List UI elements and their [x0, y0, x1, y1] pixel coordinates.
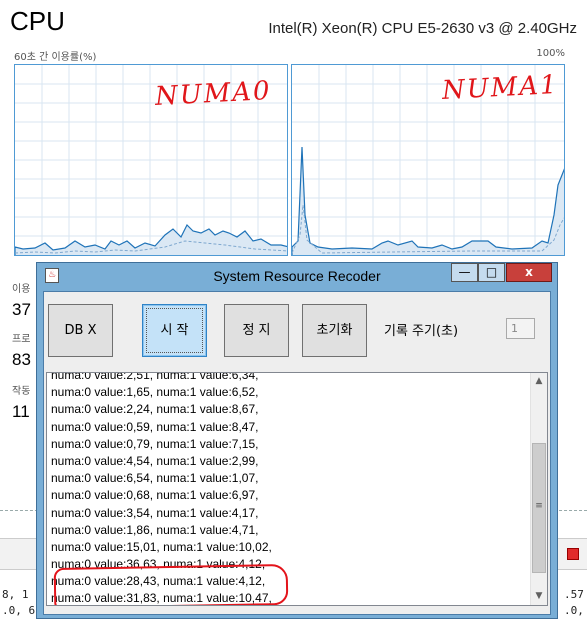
- log-line: numa:0 value:1,65, numa:1 value:6,52,: [51, 385, 259, 400]
- cpu-usage-area-numa0: [15, 223, 287, 255]
- numa0-annotation: NUMA0: [154, 75, 273, 113]
- stat-value-processes: 83: [12, 350, 31, 369]
- stat-value-uptime: 11: [12, 402, 30, 421]
- recorder-window: ♨ System Resource Recoder — □ x DB X 시 작…: [36, 262, 558, 619]
- log-line: numa:0 value:4,54, numa:1 value:2,99,: [51, 453, 259, 468]
- window-client-area: DB X 시 작 정 지 초기화 기록 주기(초) 1 numa:0 value…: [43, 291, 551, 615]
- utilization-label: 60초 간 이용률(%): [14, 52, 97, 63]
- log-line: numa:0 value:2,24, numa:1 value:8,67,: [51, 402, 259, 417]
- background-code-left-2: .0, 6: [2, 604, 36, 617]
- log-lines: numa:0 value:2,51, numa:1 value:6,34, num…: [51, 372, 533, 606]
- background-stop-icon[interactable]: [567, 548, 579, 560]
- log-line: numa:0 value:0,59, numa:1 value:8,47,: [51, 419, 259, 434]
- utilization-max: 100%: [536, 48, 565, 59]
- log-line: numa:0 value:0,68, numa:1 value:6,97,: [51, 488, 259, 503]
- log-line: numa:0 value:36,63, numa:1 value:4,12,: [51, 557, 266, 572]
- log-line: numa:0 value:1,86, numa:1 value:4,71,: [51, 522, 259, 537]
- focus-ring: [146, 308, 203, 353]
- log-line: numa:0 value:15,01, numa:1 value:10,02,: [51, 539, 272, 554]
- record-period-label: 기록 주기(초): [384, 324, 459, 339]
- scroll-down-icon[interactable]: ▼: [531, 588, 547, 605]
- stat-label-utilization: 이용: [12, 284, 31, 295]
- cpu-kernel-line-numa1: [292, 204, 564, 254]
- minimize-button[interactable]: —: [451, 263, 478, 282]
- record-period-input[interactable]: 1: [506, 318, 535, 339]
- cpu-usage-area-numa1: [292, 146, 564, 255]
- db-button[interactable]: DB X: [48, 304, 113, 357]
- cpu-graph-numa1: NUMA1: [291, 64, 565, 256]
- background-code-right-2: .0,: [564, 604, 584, 617]
- stat-value-utilization: 37: [12, 300, 31, 319]
- scroll-thumb[interactable]: ≡: [532, 443, 546, 573]
- cpu-title: CPU: [10, 6, 65, 36]
- stop-button[interactable]: 정 지: [224, 304, 289, 357]
- log-line: numa:0 value:2,51, numa:1 value:6,34,: [51, 372, 259, 382]
- log-line: numa:0 value:28,43, numa:1 value:4,12,: [51, 574, 266, 589]
- stat-label-uptime: 작동: [12, 386, 31, 397]
- cpu-model: Intel(R) Xeon(R) CPU E5-2630 v3 @ 2.40GH…: [268, 20, 577, 37]
- numa1-annotation: NUMA1: [441, 69, 560, 107]
- log-line: numa:0 value:0,79, numa:1 value:7,15,: [51, 436, 259, 451]
- log-line: numa:0 value:3,54, numa:1 value:4,17,: [51, 505, 259, 520]
- log-line: numa:0 value:31,83, numa:1 value:10,47,: [51, 591, 272, 606]
- log-textarea[interactable]: numa:0 value:2,51, numa:1 value:6,34, num…: [46, 372, 548, 606]
- background-code-left-1: 8, 1: [2, 588, 29, 601]
- close-button[interactable]: x: [506, 263, 552, 282]
- reset-button[interactable]: 초기화: [302, 304, 367, 357]
- start-button[interactable]: 시 작: [142, 304, 207, 357]
- vertical-scrollbar[interactable]: ▲ ≡ ▼: [530, 373, 547, 605]
- stat-label-processes: 프로: [12, 334, 31, 345]
- background-code-right-1: .57: [564, 588, 584, 601]
- log-line: numa:0 value:6,54, numa:1 value:1,07,: [51, 471, 259, 486]
- maximize-button[interactable]: □: [478, 263, 505, 282]
- cpu-graph-numa0: NUMA0: [14, 64, 288, 256]
- scroll-up-icon[interactable]: ▲: [531, 373, 547, 390]
- window-titlebar[interactable]: ♨ System Resource Recoder — □ x: [37, 263, 557, 289]
